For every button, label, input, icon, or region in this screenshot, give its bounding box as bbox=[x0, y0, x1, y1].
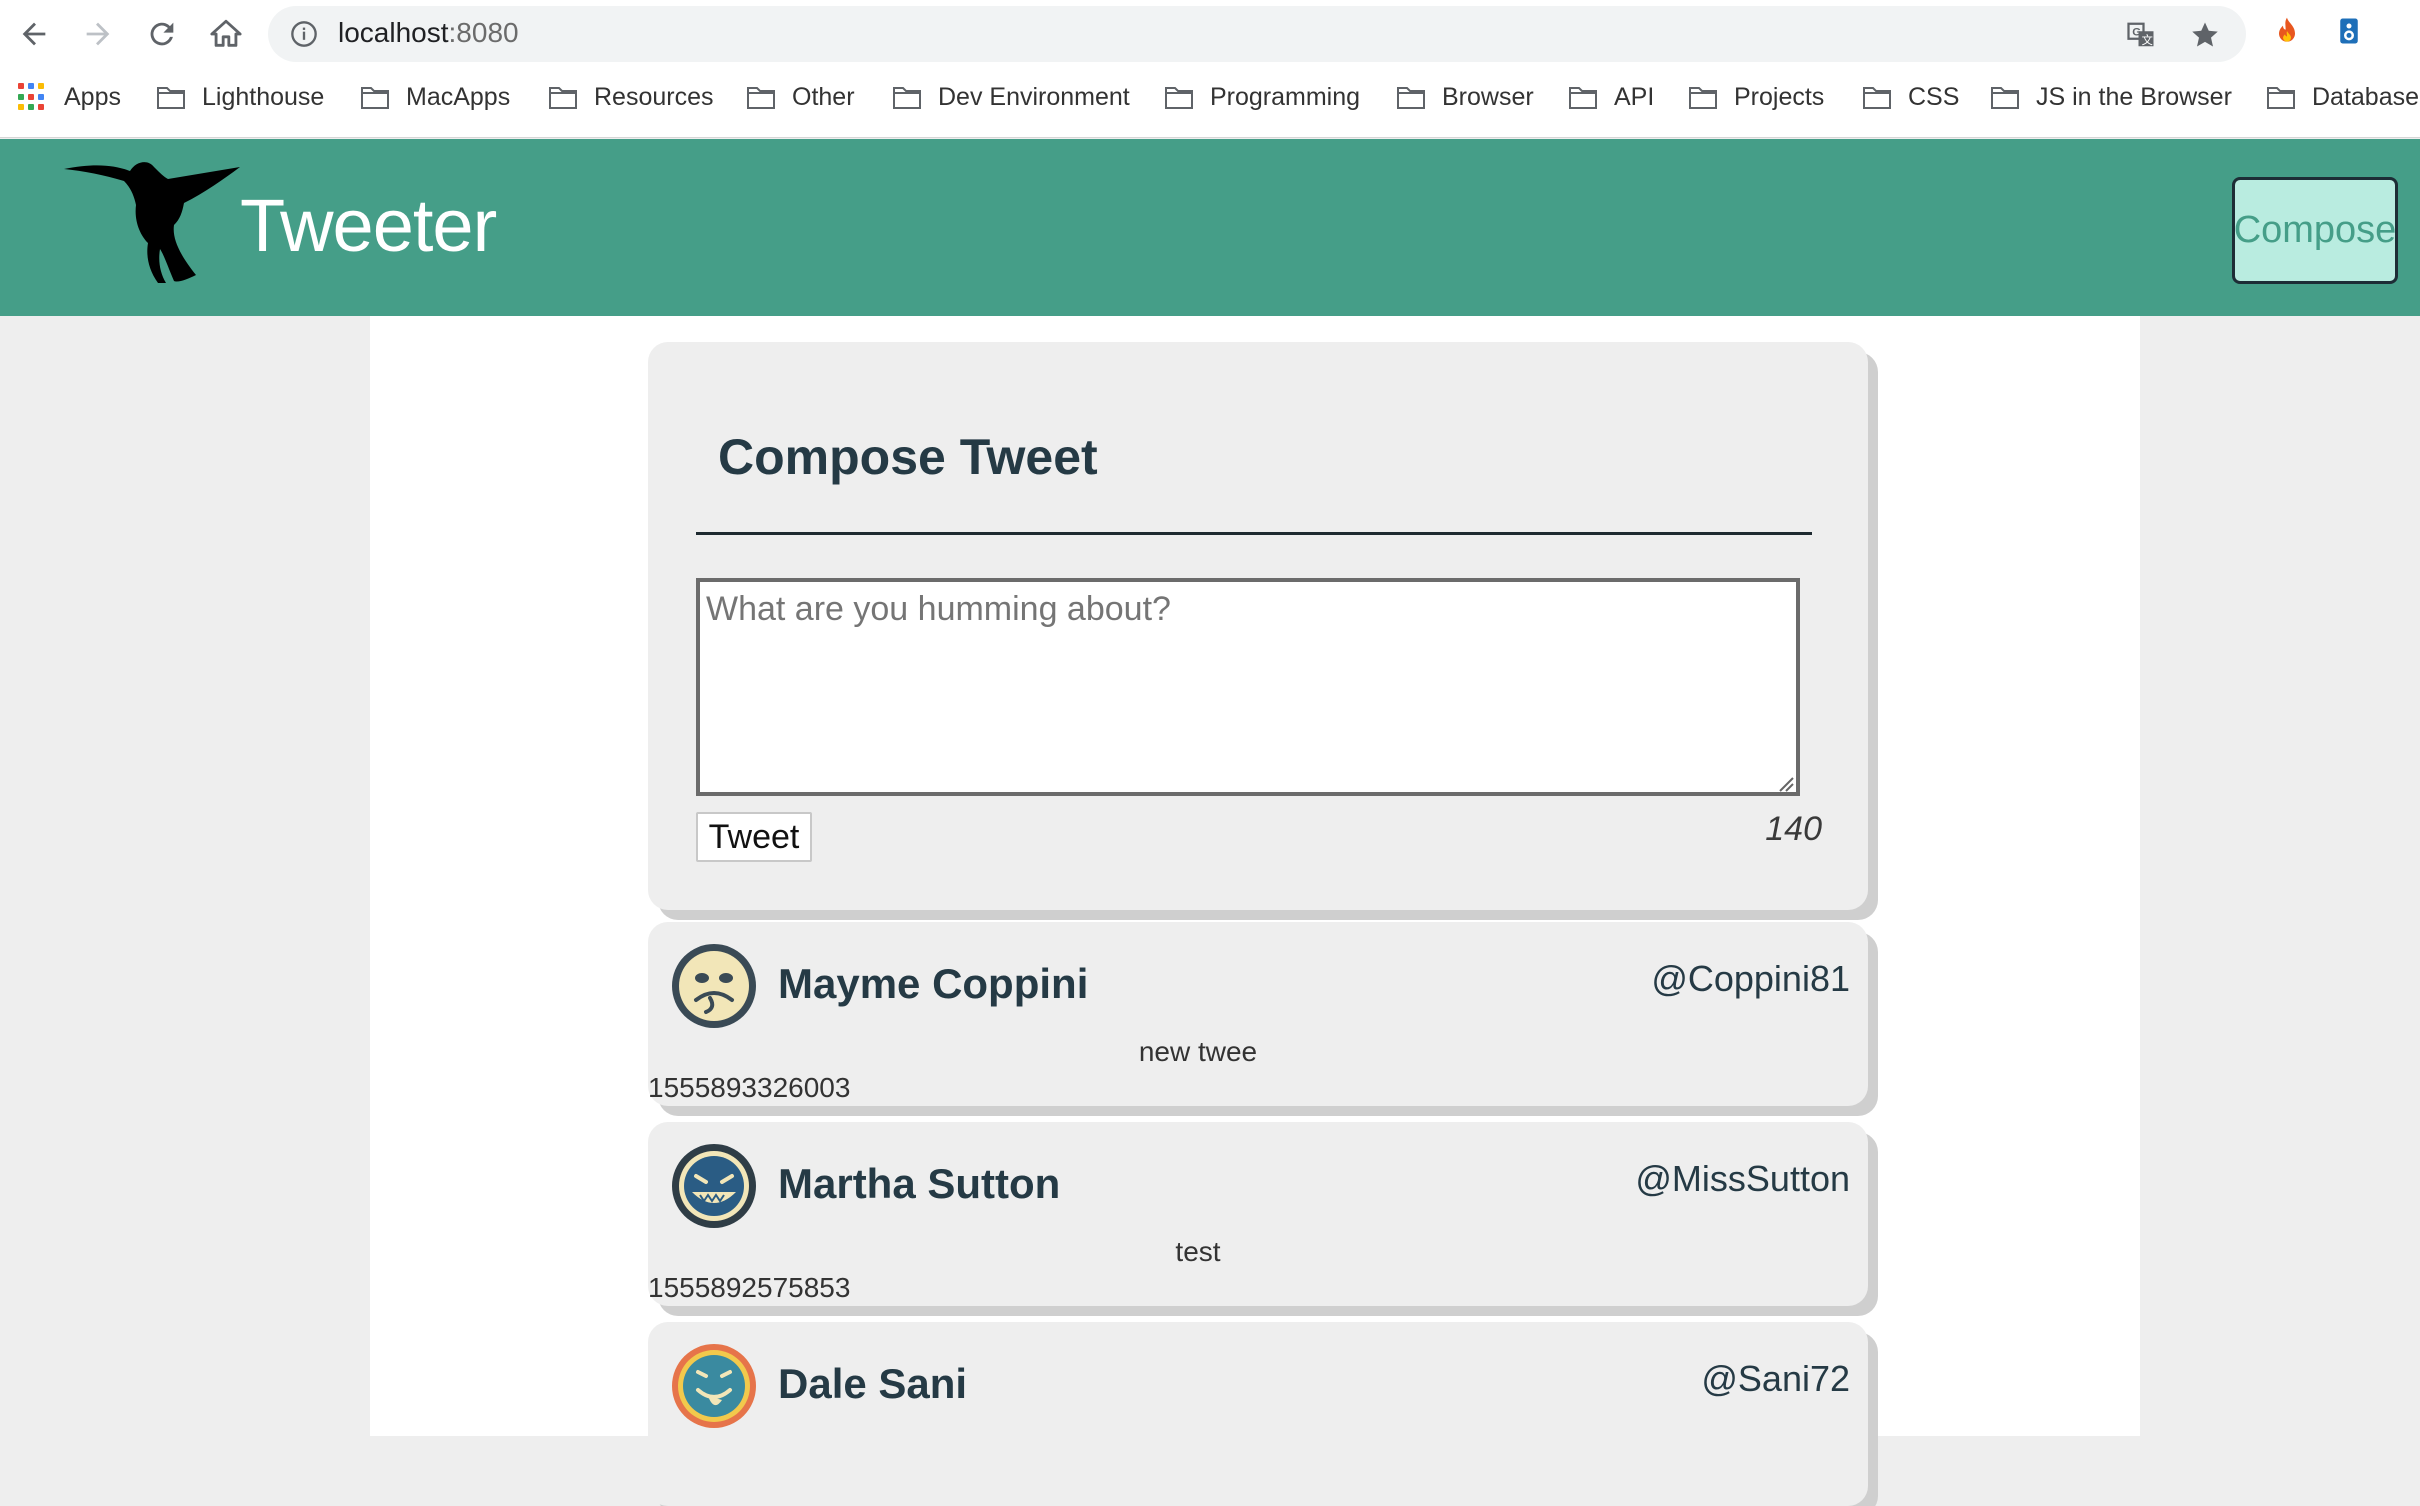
tweet-textarea[interactable] bbox=[696, 578, 1800, 796]
bookmark-js-in-the-browser[interactable]: JS in the Browser bbox=[1990, 74, 2232, 120]
bookmark-api[interactable]: API bbox=[1568, 74, 1654, 120]
forward-arrow-icon bbox=[86, 22, 110, 46]
tweet-card: Martha Sutton @MissSutton test 155589257… bbox=[648, 1122, 1868, 1306]
folder-icon bbox=[549, 87, 577, 109]
bookmark-label: Lighthouse bbox=[202, 82, 325, 111]
folder-icon bbox=[1569, 87, 1597, 109]
bookmark-label: Apps bbox=[64, 82, 121, 111]
face-avatar-icon[interactable] bbox=[670, 942, 758, 1030]
main-content: Compose Tweet Tweet 140 Mayme Coppini @C… bbox=[370, 316, 2140, 1506]
tweet-author-handle: @MissSutton bbox=[1635, 1158, 1850, 1199]
folder-icon bbox=[361, 87, 389, 109]
folder-icon bbox=[1397, 87, 1425, 109]
bookmark-lighthouse[interactable]: Lighthouse bbox=[156, 74, 324, 120]
bookmark-macapps[interactable]: MacApps bbox=[360, 74, 510, 120]
tweet-author-handle: @Coppini81 bbox=[1651, 958, 1850, 999]
reload-icon bbox=[150, 22, 174, 46]
compose-divider bbox=[696, 532, 1812, 535]
bookmark-label: Other bbox=[792, 82, 855, 111]
tongue-avatar-icon[interactable] bbox=[670, 1342, 758, 1430]
bookmark-apps[interactable]: Apps bbox=[18, 74, 121, 120]
bookmark-label: JS in the Browser bbox=[2036, 82, 2232, 111]
info-icon[interactable] bbox=[290, 20, 318, 48]
bookmark-label: Programming bbox=[1210, 82, 1361, 111]
character-counter: 140 bbox=[1765, 810, 1822, 848]
bookmark-label: Resources bbox=[594, 82, 714, 111]
bookmark-star-icon[interactable] bbox=[2188, 18, 2222, 52]
back-arrow-icon bbox=[22, 22, 46, 46]
grin-avatar-icon[interactable] bbox=[670, 1142, 758, 1230]
tweet-card: Mayme Coppini @Coppini81 new twee 155589… bbox=[648, 922, 1868, 1106]
tweet-submit-button[interactable]: Tweet bbox=[696, 812, 812, 862]
bookmark-label: MacApps bbox=[406, 82, 511, 111]
folder-icon bbox=[893, 87, 921, 109]
home-button[interactable] bbox=[204, 12, 248, 56]
bookmark-projects[interactable]: Projects bbox=[1688, 74, 1824, 120]
folder-icon bbox=[157, 87, 185, 109]
bookmark-label: CSS bbox=[1908, 82, 1960, 111]
svg-text:文: 文 bbox=[2142, 33, 2153, 47]
folder-icon bbox=[1165, 87, 1193, 109]
tweet-text: new twee bbox=[1138, 1036, 1258, 1067]
bookmark-resources[interactable]: Resources bbox=[548, 74, 714, 120]
bookmark-label: API bbox=[1614, 82, 1655, 111]
app-header: Tweeter Compose bbox=[0, 139, 2420, 316]
bookmark-label: Projects bbox=[1734, 82, 1825, 111]
home-icon bbox=[210, 19, 242, 47]
browser-toolbar: localhost:8080 G文 bbox=[0, 0, 2420, 68]
folder-icon bbox=[1689, 87, 1717, 109]
extension-flame-icon[interactable] bbox=[2270, 14, 2304, 48]
bookmarks-bar: Apps Lighthouse MacApps Resources Other … bbox=[0, 74, 2420, 120]
folder-icon bbox=[1991, 87, 2019, 109]
url-port: :8080 bbox=[448, 17, 519, 48]
resize-grip-icon[interactable] bbox=[1776, 774, 1794, 792]
tweet-author-name: Mayme Coppini bbox=[778, 960, 1089, 1007]
folder-icon bbox=[2267, 87, 2295, 109]
compose-toggle-button[interactable]: Compose bbox=[2232, 177, 2398, 284]
tweet-card: Dale Sani @Sani72 bbox=[648, 1322, 1868, 1506]
bookmark-programming[interactable]: Programming bbox=[1164, 74, 1360, 120]
apps-grid-icon bbox=[18, 83, 46, 111]
bookmark-label: Dev Environment bbox=[938, 82, 1130, 111]
folder-icon bbox=[1863, 87, 1891, 109]
bookmark-label: Database bbox=[2312, 82, 2420, 111]
url-text[interactable]: localhost:8080 bbox=[338, 17, 519, 49]
tweet-author-name: Dale Sani bbox=[778, 1360, 968, 1407]
translate-icon[interactable]: G文 bbox=[2124, 18, 2158, 52]
back-button[interactable] bbox=[12, 12, 56, 56]
bookmark-dev-environment[interactable]: Dev Environment bbox=[892, 74, 1130, 120]
compose-title: Compose Tweet bbox=[718, 429, 1098, 485]
brand-title: Tweeter bbox=[240, 184, 497, 267]
forward-button[interactable] bbox=[76, 12, 120, 56]
address-bar[interactable]: localhost:8080 G文 bbox=[268, 6, 2246, 62]
hummingbird-logo-icon bbox=[64, 162, 240, 283]
bookmark-database[interactable]: Database bbox=[2266, 74, 2419, 120]
tweet-text: test bbox=[1175, 1236, 1221, 1267]
bookmark-label: Browser bbox=[1442, 82, 1534, 111]
tweet-author-handle: @Sani72 bbox=[1701, 1358, 1850, 1399]
extension-speaker-icon[interactable] bbox=[2332, 14, 2366, 48]
bookmark-other[interactable]: Other bbox=[746, 74, 855, 120]
tweet-timestamp: 1555893326003 bbox=[648, 1072, 851, 1103]
bookmark-browser[interactable]: Browser bbox=[1396, 74, 1534, 120]
compose-tweet-panel: Compose Tweet Tweet 140 bbox=[648, 342, 1868, 910]
browser-chrome: localhost:8080 G文 Apps Lighthouse MacApp… bbox=[0, 0, 2420, 138]
bookmark-css[interactable]: CSS bbox=[1862, 74, 1959, 120]
reload-button[interactable] bbox=[140, 12, 184, 56]
url-host: localhost bbox=[338, 17, 449, 48]
folder-icon bbox=[747, 87, 775, 109]
tweet-author-name: Martha Sutton bbox=[778, 1160, 1061, 1207]
tweet-timestamp: 1555892575853 bbox=[648, 1272, 851, 1303]
